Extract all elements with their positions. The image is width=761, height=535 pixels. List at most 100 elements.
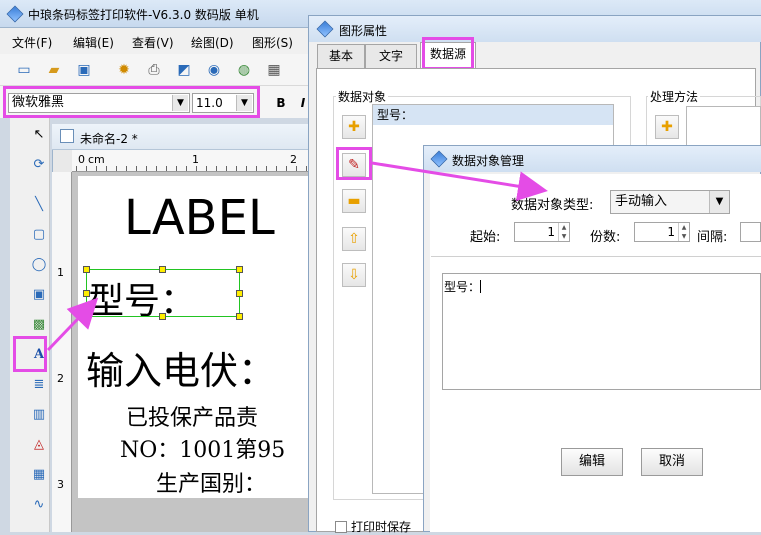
- stepper-arrows-icon[interactable]: ▲ ▼: [558, 223, 569, 241]
- list-item[interactable]: 型号：: [373, 105, 613, 125]
- add-processing-icon[interactable]: ✚: [655, 115, 679, 139]
- database-settings-icon[interactable]: ◍: [234, 61, 254, 79]
- curve-tool-icon[interactable]: ∿: [28, 494, 50, 516]
- content-textarea[interactable]: 型号：: [442, 273, 761, 390]
- label-origin-text[interactable]: 生产国别：: [156, 466, 266, 498]
- print-save-checkbox[interactable]: [335, 521, 347, 533]
- start-value: 1: [547, 225, 555, 239]
- picture-tool-icon[interactable]: ▩: [28, 314, 50, 336]
- ruler-vertical: 1 2 3: [52, 172, 72, 532]
- label-page[interactable]: LABEL 型号： 输入电伏： 已投保产品责 NO：1001第95 生产国别：: [78, 176, 310, 498]
- data-object-manager-titlebar: 数据对象管理: [424, 146, 761, 172]
- save-icon[interactable]: ▣: [74, 61, 94, 79]
- main-window-title: 中琅条码标签打印软件-V6.3.0 数码版 单机: [28, 8, 259, 22]
- add-data-object-icon[interactable]: ✚: [342, 115, 366, 139]
- ruler-mark: 3: [57, 478, 64, 491]
- divider: [431, 256, 761, 257]
- copies-stepper[interactable]: 1 ▲ ▼: [634, 222, 690, 242]
- document-tab[interactable]: 未命名-2 *: [52, 124, 310, 150]
- start-label: 起始:: [470, 230, 501, 245]
- gear-icon[interactable]: ✹: [114, 61, 134, 79]
- image-tool-icon[interactable]: ▣: [28, 284, 50, 306]
- pointer-icon[interactable]: ↖: [28, 124, 50, 146]
- ruler-mark: 2: [57, 372, 64, 385]
- resize-handle[interactable]: [236, 313, 243, 320]
- cancel-button[interactable]: 取消: [641, 448, 703, 476]
- data-object-type-select[interactable]: 手动输入 ▼: [610, 190, 730, 214]
- menu-bar: 文件(F) 编辑(E) 查看(V) 绘图(D) 图形(S): [0, 28, 310, 54]
- open-folder-icon[interactable]: ▰: [44, 61, 64, 79]
- print-save-option[interactable]: 打印时保存: [335, 518, 411, 535]
- stepper-arrows-icon[interactable]: ▲ ▼: [678, 223, 689, 241]
- ruler-mark: 0: [78, 153, 85, 166]
- font-toolbar-highlight: [3, 86, 260, 118]
- properties-dialog-titlebar: 图形属性: [309, 16, 761, 42]
- resize-handle[interactable]: [236, 266, 243, 273]
- data-object-manager-title: 数据对象管理: [452, 154, 525, 168]
- app-logo-icon: [6, 5, 24, 23]
- label-voltage-text[interactable]: 输入电伏：: [86, 340, 276, 395]
- label-number-text[interactable]: NO：1001第95: [120, 432, 285, 464]
- text-tool-highlight: [13, 336, 47, 372]
- interval-label: 间隔:: [697, 230, 728, 245]
- line-tool-icon[interactable]: ╲: [28, 194, 50, 216]
- type-value: 手动输入: [615, 194, 668, 209]
- resize-handle[interactable]: [159, 266, 166, 273]
- resize-handle[interactable]: [236, 290, 243, 297]
- rich-text-tool-icon[interactable]: ≣: [28, 374, 50, 396]
- app-logo-icon: [430, 150, 448, 168]
- barcode-tool-icon[interactable]: ▥: [28, 404, 50, 426]
- tab-text[interactable]: 文字: [365, 44, 417, 68]
- ruler-ticks: [76, 166, 308, 171]
- processing-list[interactable]: [686, 106, 761, 146]
- tab-basic[interactable]: 基本: [317, 44, 365, 68]
- copies-label: 份数:: [590, 230, 621, 245]
- print-preview-icon[interactable]: ◩: [174, 61, 194, 79]
- menu-view[interactable]: 查看(V): [132, 34, 174, 51]
- edit-button-highlight: [336, 147, 372, 180]
- label-title-text[interactable]: LABEL: [124, 190, 275, 246]
- database-icon[interactable]: ◉: [204, 61, 224, 79]
- type-label: 数据对象类型:: [511, 198, 594, 213]
- processing-label: 处理方法: [648, 88, 701, 105]
- copies-value: 1: [667, 225, 675, 239]
- document-title: 未命名-2 *: [80, 132, 138, 146]
- remove-data-object-icon[interactable]: ▬: [342, 189, 366, 213]
- chevron-down-icon[interactable]: ▼: [709, 191, 729, 213]
- move-up-icon[interactable]: ⇧: [342, 227, 366, 251]
- menu-file[interactable]: 文件(F): [12, 34, 52, 51]
- text-cursor: [480, 280, 482, 293]
- edit-button[interactable]: 编辑: [561, 448, 623, 476]
- tool-palette: ↖ ⟳ ╲ ▢ ◯ ▣ ▩ A ≣ ▥ ◬ ▦ ∿: [10, 118, 50, 532]
- label-insured-text[interactable]: 已投保产品责: [126, 400, 258, 432]
- menu-draw[interactable]: 绘图(D): [191, 34, 234, 51]
- resize-handle[interactable]: [83, 266, 90, 273]
- selection-box[interactable]: [86, 269, 240, 317]
- content-value: 型号：: [444, 280, 481, 294]
- app-logo-icon: [316, 20, 334, 38]
- qrcode-tool-icon[interactable]: ▦: [28, 464, 50, 486]
- ruler-mark: 1: [192, 153, 199, 166]
- move-down-icon[interactable]: ⇩: [342, 263, 366, 287]
- resize-handle[interactable]: [83, 313, 90, 320]
- bold-button[interactable]: B: [272, 94, 290, 112]
- properties-dialog-title: 图形属性: [339, 24, 388, 38]
- interval-stepper[interactable]: [740, 222, 761, 242]
- ruler-mark: 1: [57, 266, 64, 279]
- main-toolbar: ▭ ▰ ▣ ✹ ⎙ ◩ ◉ ◍ ▦: [0, 54, 310, 86]
- resize-handle[interactable]: [83, 290, 90, 297]
- ruler-unit: cm: [88, 153, 105, 166]
- menu-edit[interactable]: 编辑(E): [73, 34, 114, 51]
- menu-shape[interactable]: 图形(S): [252, 34, 293, 51]
- data-objects-label: 数据对象: [336, 88, 389, 105]
- grid-icon[interactable]: ▦: [264, 61, 284, 79]
- start-stepper[interactable]: 1 ▲ ▼: [514, 222, 570, 242]
- shape-tool-icon[interactable]: ◬: [28, 434, 50, 456]
- rotate-icon[interactable]: ⟳: [28, 154, 50, 176]
- rectangle-tool-icon[interactable]: ▢: [28, 224, 50, 246]
- print-icon[interactable]: ⎙: [144, 61, 164, 79]
- resize-handle[interactable]: [159, 313, 166, 320]
- ellipse-tool-icon[interactable]: ◯: [28, 254, 50, 276]
- new-file-icon[interactable]: ▭: [14, 61, 34, 79]
- document-icon: [60, 129, 74, 143]
